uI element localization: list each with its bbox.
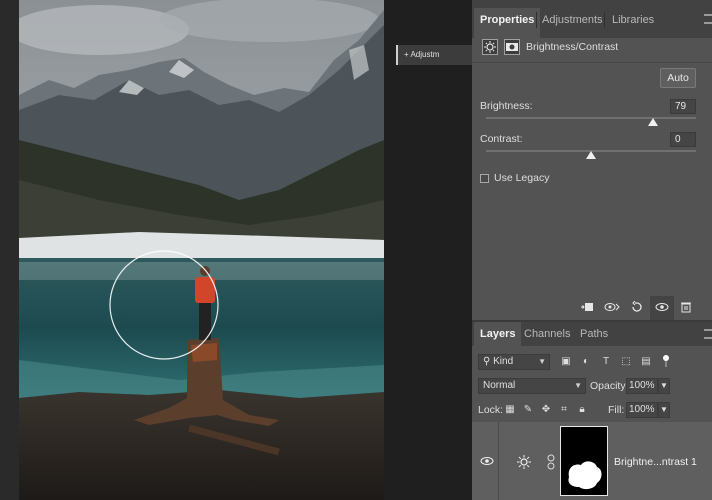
- view-previous-icon[interactable]: [604, 301, 620, 313]
- filter-kind-select[interactable]: ⚲ Kind ▼: [478, 354, 550, 370]
- chevron-down-icon: ▼: [660, 405, 668, 414]
- filter-kind-value: Kind: [493, 356, 514, 367]
- panel-menu-icon[interactable]: [704, 14, 712, 24]
- layers-panel-menu-icon[interactable]: [704, 329, 712, 339]
- lock-transparent-icon[interactable]: ▦: [504, 404, 516, 416]
- type-layer-filter-icon[interactable]: T: [600, 356, 612, 368]
- lock-all-icon[interactable]: 🔒︎: [576, 404, 588, 416]
- blend-mode-value: Normal: [483, 380, 516, 391]
- properties-tabbar: Properties Adjustments Libraries: [472, 0, 712, 38]
- layer-mask-icon[interactable]: [504, 39, 520, 55]
- brightness-slider-thumb[interactable]: [647, 118, 658, 126]
- lock-artboard-icon[interactable]: ⌗: [558, 404, 570, 416]
- document-canvas[interactable]: [0, 0, 384, 500]
- collapsed-adjustments-panel[interactable]: + Adjustm: [396, 45, 472, 65]
- contrast-slider-thumb[interactable]: [586, 151, 596, 159]
- clip-to-layer-icon[interactable]: [580, 301, 594, 313]
- properties-footer: [472, 296, 712, 320]
- contrast-label: Contrast:: [480, 133, 523, 145]
- brightness-slider-track[interactable]: [486, 117, 696, 119]
- lock-position-icon[interactable]: ✥: [540, 404, 552, 416]
- layer-name[interactable]: Brightne...ntrast 1: [614, 456, 697, 468]
- tab-layers[interactable]: Layers: [474, 322, 522, 346]
- adjustment-layer-filter-icon[interactable]: ◐: [580, 356, 592, 368]
- trash-icon[interactable]: [679, 301, 693, 313]
- brightness-value-field[interactable]: 79: [670, 99, 696, 114]
- link-icon[interactable]: [546, 454, 556, 470]
- reset-icon[interactable]: [630, 300, 644, 313]
- opacity-dropdown[interactable]: ▼: [658, 378, 670, 394]
- chevron-down-icon: ▼: [538, 357, 546, 366]
- layer-row[interactable]: Brightne...ntrast 1: [472, 422, 712, 500]
- chevron-down-icon: ▼: [660, 381, 668, 390]
- tab-channels[interactable]: Channels: [518, 322, 576, 346]
- adjustment-title: Brightness/Contrast: [526, 41, 619, 53]
- visibility-icon[interactable]: [655, 301, 669, 313]
- tab-adjustments[interactable]: Adjustments: [536, 8, 609, 32]
- search-icon: ⚲: [483, 356, 491, 367]
- fill-label: Fill:: [608, 404, 625, 416]
- properties-panel: Properties Adjustments Libraries Brightn…: [472, 0, 712, 320]
- tab-paths[interactable]: Paths: [574, 322, 614, 346]
- layers-panel: Layers Channels Paths ⚲ Kind ▼ ▣ ◐ T ⬚ ▤…: [472, 322, 712, 500]
- photoshop-window: + Adjustm Properties Adjustments Librari…: [0, 0, 712, 500]
- canvas-pasteboard: [384, 0, 472, 500]
- fill-dropdown[interactable]: ▼: [658, 402, 670, 418]
- smart-object-filter-icon[interactable]: ▤: [640, 356, 652, 368]
- shape-layer-filter-icon[interactable]: ⬚: [620, 356, 632, 368]
- brightness-label: Brightness:: [480, 100, 533, 112]
- contrast-value-field[interactable]: 0: [670, 132, 696, 147]
- tab-libraries[interactable]: Libraries: [606, 8, 660, 32]
- adjustment-header: Brightness/Contrast: [472, 38, 712, 60]
- photo-image: [19, 0, 384, 500]
- brightness-contrast-icon: [482, 39, 498, 55]
- pixel-layer-filter-icon[interactable]: ▣: [560, 356, 572, 368]
- blend-mode-select[interactable]: Normal ▼: [478, 378, 586, 394]
- tab-properties[interactable]: Properties: [474, 8, 541, 38]
- fill-field[interactable]: 100%: [626, 402, 658, 418]
- filter-toggle-icon[interactable]: [660, 354, 672, 367]
- brightness-contrast-icon: [516, 454, 532, 470]
- layer-visibility-icon[interactable]: [480, 456, 494, 468]
- opacity-label: Opacity:: [590, 380, 629, 392]
- layer-mask-thumbnail[interactable]: [560, 426, 608, 496]
- use-legacy-label: Use Legacy: [494, 172, 550, 184]
- lock-image-icon[interactable]: ✎: [522, 404, 534, 416]
- layers-tabbar: Layers Channels Paths: [472, 322, 712, 346]
- chevron-down-icon: ▼: [574, 381, 582, 390]
- lock-label: Lock:: [478, 404, 504, 416]
- use-legacy-checkbox[interactable]: [480, 174, 489, 183]
- auto-button[interactable]: Auto: [660, 68, 696, 88]
- opacity-field[interactable]: 100%: [626, 378, 658, 394]
